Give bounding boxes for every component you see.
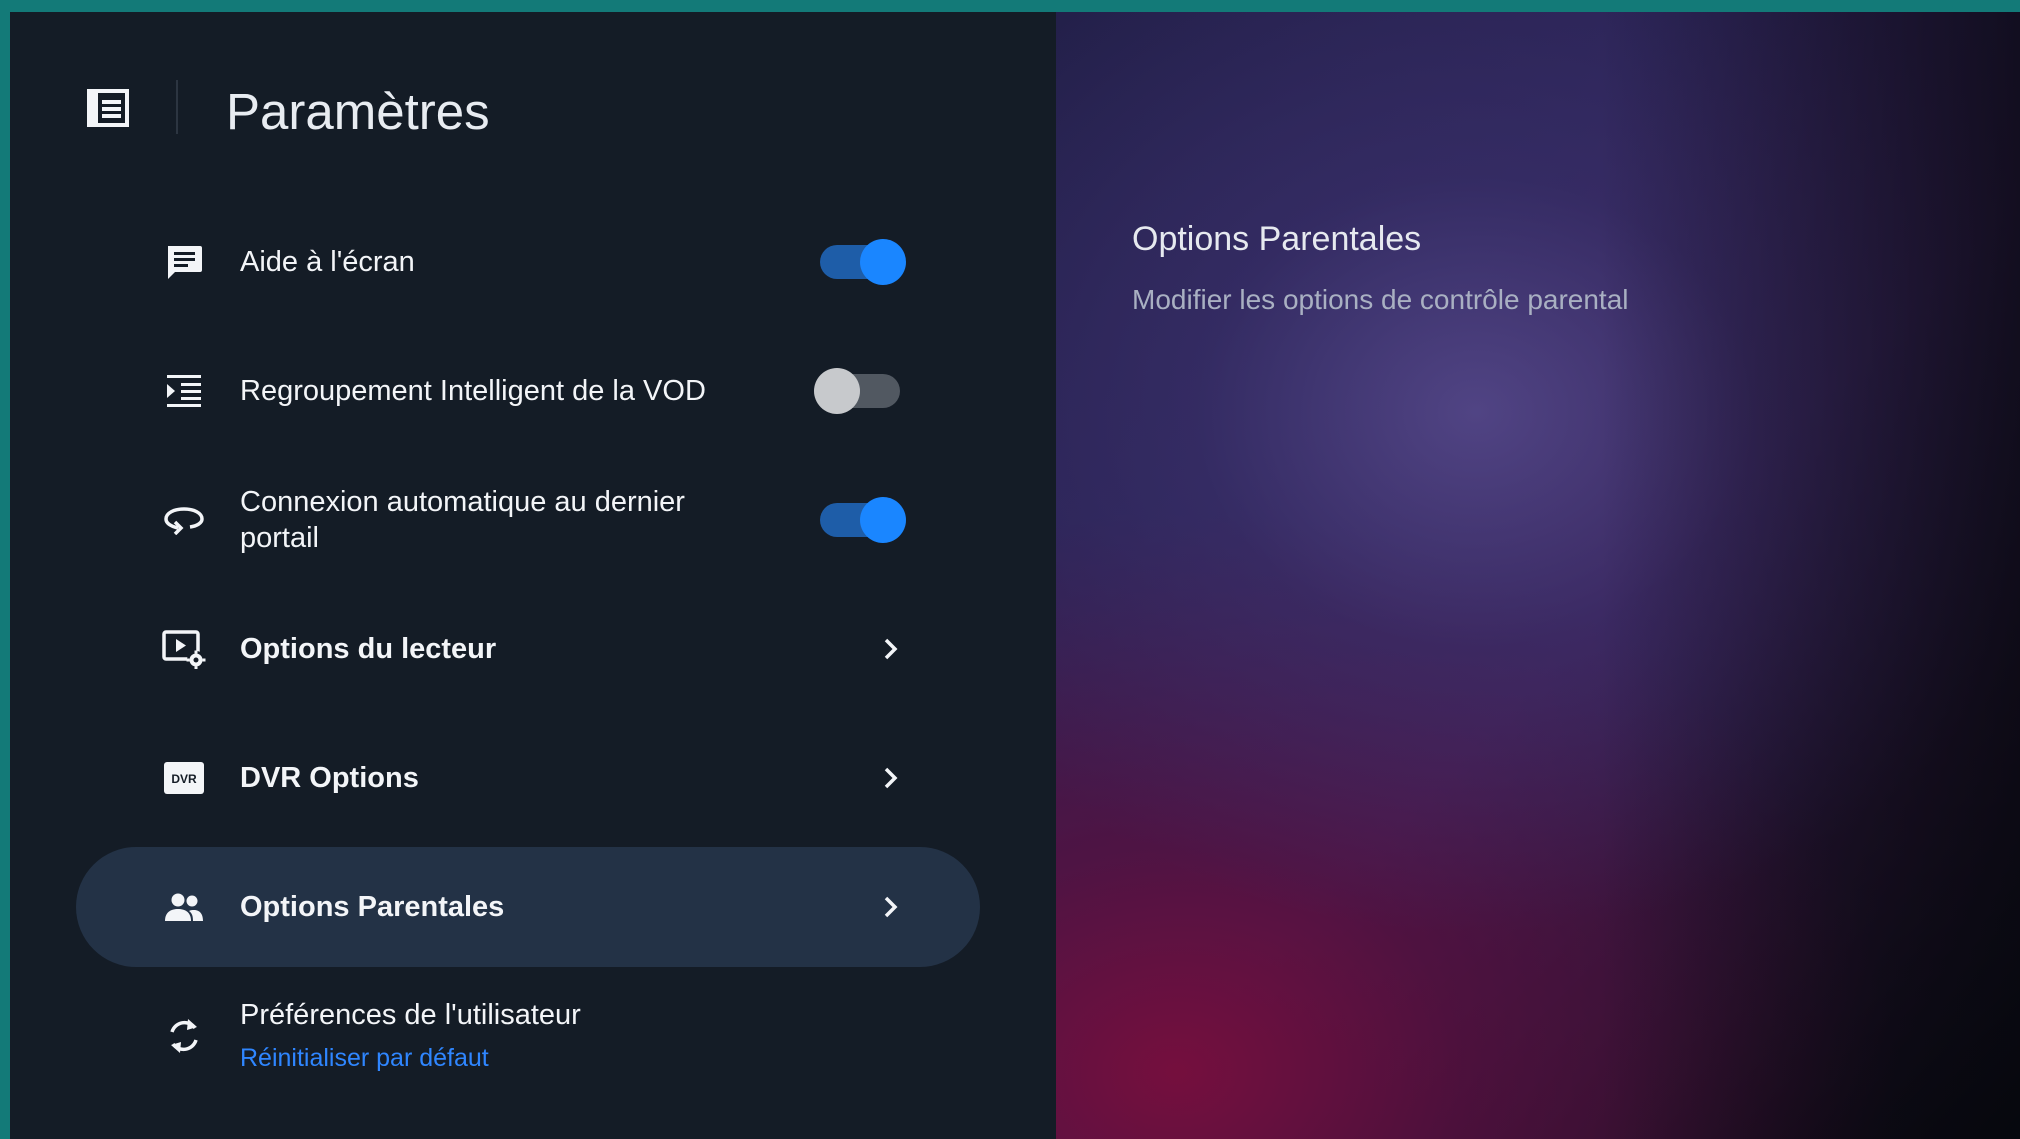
- setting-label: DVR Options: [240, 762, 419, 794]
- detail-title: Options Parentales: [1132, 220, 1422, 258]
- menu-button[interactable]: [80, 80, 136, 136]
- detail-description: Modifier les options de contrôle parenta…: [1132, 284, 1629, 315]
- setting-label: Regroupement Intelligent de la VOD: [240, 375, 706, 407]
- setting-label: Connexion automatique au dernier portail: [240, 486, 685, 554]
- people-icon: [160, 883, 208, 931]
- header: Paramètres: [10, 12, 1056, 202]
- setting-row-on-screen-help[interactable]: Aide à l'écran: [76, 202, 980, 322]
- setting-row-auto-connect-last-portal[interactable]: Connexion automatique au dernier portail: [76, 460, 980, 580]
- setting-label: Options du lecteur: [240, 633, 497, 665]
- sync-icon: [160, 1012, 208, 1060]
- toggle-knob: [860, 239, 906, 285]
- user-preferences-text: Préférences de l'utilisateur Réinitialis…: [240, 997, 581, 1075]
- detail-panel: Options Parentales Modifier les options …: [1056, 12, 2020, 1139]
- rotate-360-icon: [160, 496, 208, 544]
- setting-label: Aide à l'écran: [240, 246, 415, 278]
- svg-text:DVR: DVR: [171, 772, 197, 786]
- setting-label: Options Parentales: [240, 891, 505, 923]
- auto-connect-toggle[interactable]: [820, 497, 906, 543]
- chevron-right-icon: [876, 763, 906, 793]
- menu-list-icon: [87, 89, 129, 127]
- toggle-knob: [814, 368, 860, 414]
- toggle-knob: [860, 497, 906, 543]
- settings-screen: Paramètres Aide à l'écran Regroupement I…: [10, 12, 2020, 1139]
- reset-defaults-link[interactable]: Réinitialiser par défaut: [240, 1041, 581, 1075]
- chevron-right-icon: [876, 892, 906, 922]
- chevron-right-icon: [876, 634, 906, 664]
- settings-panel: Paramètres Aide à l'écran Regroupement I…: [10, 12, 1056, 1139]
- setting-row-player-options[interactable]: Options du lecteur: [76, 589, 980, 709]
- player-settings-icon: [160, 625, 208, 673]
- setting-row-smart-vod-grouping[interactable]: Regroupement Intelligent de la VOD: [76, 331, 980, 451]
- indent-list-icon: [160, 367, 208, 415]
- smart-vod-grouping-toggle[interactable]: [814, 368, 900, 414]
- on-screen-help-toggle[interactable]: [820, 239, 906, 285]
- chat-bubble-icon: [160, 238, 208, 286]
- page-title: Paramètres: [226, 83, 490, 140]
- setting-row-dvr-options[interactable]: DVR DVR Options: [76, 718, 980, 838]
- setting-row-user-preferences[interactable]: Préférences de l'utilisateur Réinitialis…: [76, 976, 980, 1096]
- setting-label: Préférences de l'utilisateur: [240, 999, 581, 1031]
- dvr-icon: DVR: [160, 754, 208, 802]
- setting-row-parental-options[interactable]: Options Parentales: [76, 847, 980, 967]
- header-divider: [176, 80, 178, 134]
